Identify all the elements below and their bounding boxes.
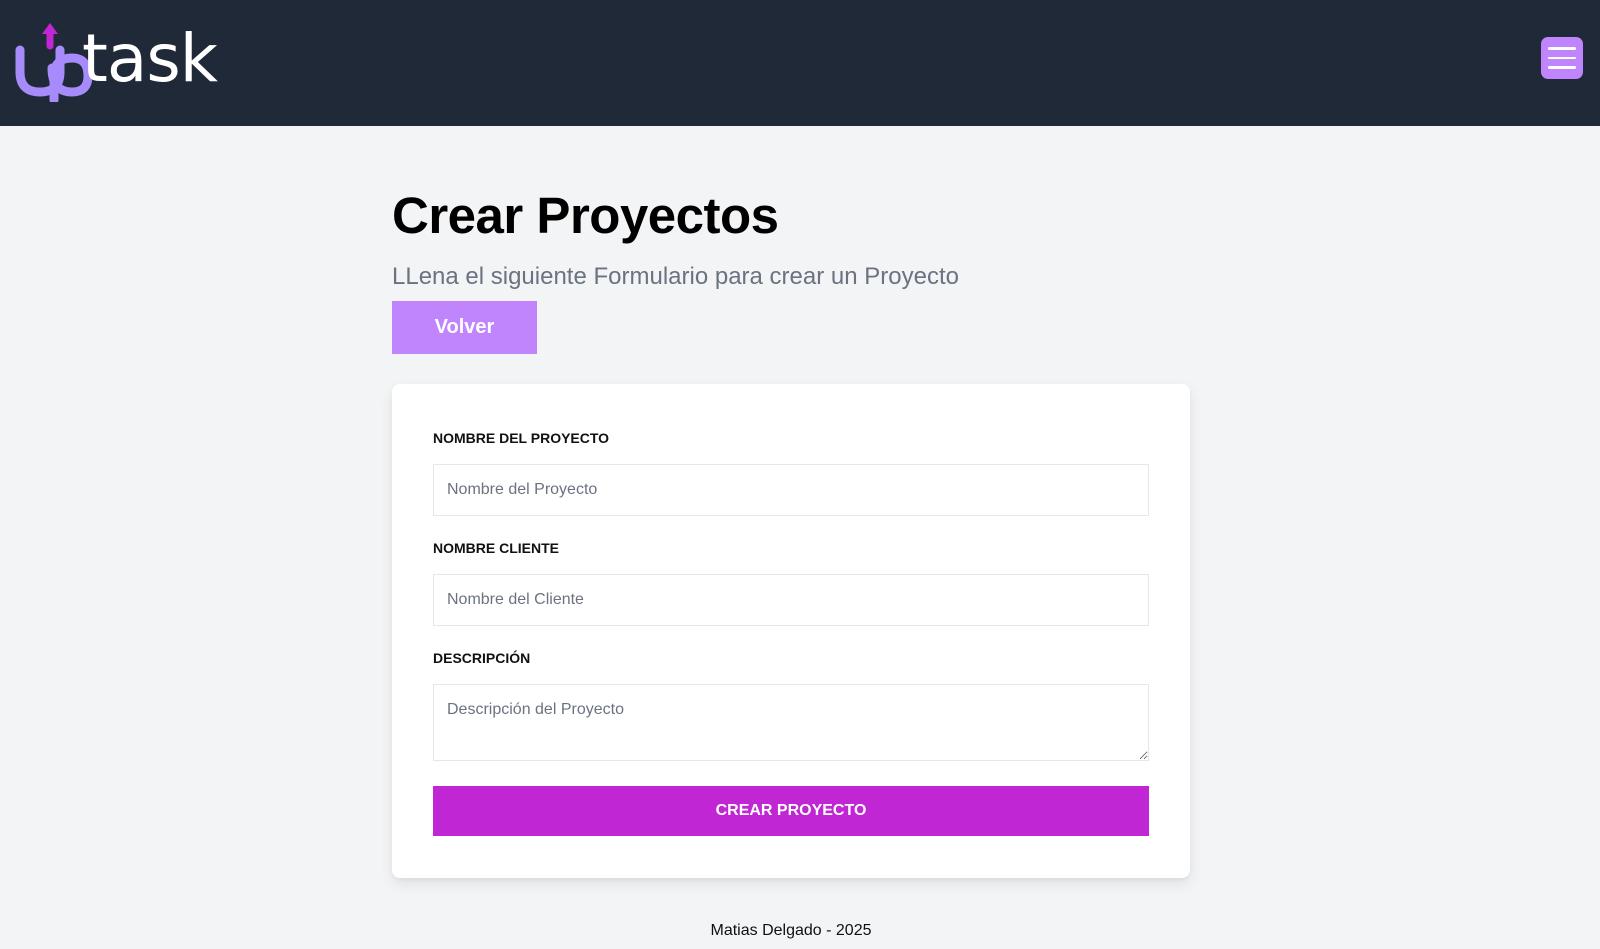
page-footer: Matias Delgado - 2025 — [710, 922, 872, 939]
description-label: Descripción — [433, 650, 531, 666]
create-project-form: Nombre del Proyecto Nombre Cliente Descr… — [392, 384, 1190, 878]
client-name-input[interactable] — [433, 574, 1149, 626]
menu-bar-line — [1548, 56, 1576, 60]
back-button[interactable]: Volver — [392, 301, 537, 354]
description-textarea[interactable] — [433, 684, 1149, 761]
page-subtitle: LLena el siguiente Formulario para crear… — [392, 263, 959, 290]
logo-wordmark: task — [82, 20, 218, 97]
page-title: Crear Proyectos — [392, 187, 779, 244]
project-name-label: Nombre del Proyecto — [433, 430, 610, 446]
uptask-logo: task — [14, 20, 244, 105]
hamburger-menu-button[interactable] — [1541, 37, 1583, 79]
menu-bar-line — [1548, 47, 1576, 50]
logo-link[interactable]: task — [0, 0, 250, 126]
project-name-input[interactable] — [433, 464, 1149, 516]
app-header: task — [0, 0, 1600, 126]
create-project-button[interactable]: Crear Proyecto — [433, 786, 1149, 836]
menu-bar-line — [1548, 66, 1576, 69]
client-name-label: Nombre Cliente — [433, 540, 559, 556]
